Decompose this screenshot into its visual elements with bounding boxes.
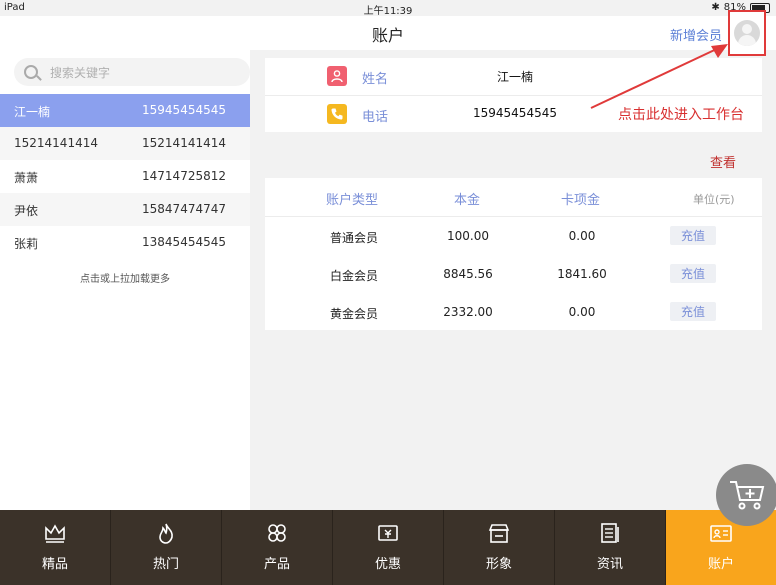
name-label: 姓名 — [362, 72, 389, 87]
name-value: 江一楠 — [496, 70, 533, 84]
crown-icon — [0, 522, 110, 544]
card-amount-cell: 1841.60 — [557, 267, 607, 281]
header-card-amount: 卡项金 — [561, 193, 601, 208]
member-phone: 14714725812 — [142, 169, 226, 183]
member-row[interactable]: 江一楠 15945454545 — [0, 94, 250, 127]
member-row[interactable]: 张莉 13845454545 — [0, 226, 250, 259]
header-unit: 单位(元) — [693, 193, 735, 206]
status-time: 上午11:39 — [363, 6, 413, 17]
phone-value: 15945454545 — [473, 106, 557, 120]
recharge-button[interactable]: 充值 — [670, 226, 716, 245]
store-icon — [444, 522, 554, 544]
annotation-arrow-icon — [590, 44, 728, 109]
view-link[interactable]: 查看 — [710, 152, 736, 171]
member-name: 尹依 — [14, 204, 39, 218]
card-amount-cell: 0.00 — [568, 305, 596, 319]
cart-plus-icon — [730, 481, 765, 510]
principal-cell: 8845.56 — [443, 267, 493, 281]
annotation-hint: 点击此处进入工作台 — [618, 107, 744, 123]
tab-store[interactable]: 形象 — [444, 510, 555, 585]
member-row[interactable]: 尹依 15847474747 — [0, 193, 250, 226]
avatar-icon — [734, 20, 760, 46]
tab-label: 优惠 — [374, 557, 401, 572]
search-input[interactable] — [48, 58, 247, 88]
header-principal: 本金 — [454, 193, 481, 208]
avatar-button[interactable] — [728, 10, 766, 56]
tab-clover[interactable]: 产品 — [222, 510, 333, 585]
member-row[interactable]: 15214141414 15214141414 — [0, 127, 250, 160]
member-phone: 15214141414 — [142, 136, 226, 150]
search-box — [14, 58, 250, 88]
search-icon — [24, 65, 38, 79]
account-type-cell: 白金会员 — [329, 269, 378, 283]
principal-cell: 100.00 — [447, 229, 489, 243]
ticket-icon — [333, 522, 443, 544]
member-name: 萧萧 — [14, 171, 39, 185]
person-icon — [327, 66, 347, 86]
tab-label: 形象 — [485, 557, 512, 572]
member-row[interactable]: 萧萧 14714725812 — [0, 160, 250, 193]
member-phone: 15847474747 — [142, 202, 226, 216]
member-list-panel: 江一楠 15945454545 15214141414 15214141414 萧萧 14… — [0, 50, 250, 510]
tab-ticket[interactable]: 优惠 — [333, 510, 444, 585]
recharge-button[interactable]: 充值 — [670, 264, 716, 283]
bottom-tab-bar: 精品 热门 产品 优惠 形象 资讯 账户 — [0, 510, 776, 585]
bluetooth-icon: ✱ — [711, 2, 720, 13]
status-bar: iPad 上午11:39 ✱ 81% — [0, 0, 776, 17]
member-name: 张莉 — [14, 237, 39, 251]
tab-label: 账户 — [707, 557, 734, 572]
member-phone: 15945454545 — [142, 103, 226, 117]
load-more-button[interactable]: 点击或上拉加载更多 — [0, 270, 250, 285]
member-phone: 13845454545 — [142, 235, 226, 249]
tab-flame[interactable]: 热门 — [111, 510, 222, 585]
tab-news[interactable]: 资讯 — [555, 510, 666, 585]
tab-label: 资讯 — [596, 557, 623, 572]
header-account-type: 账户类型 — [326, 193, 379, 208]
news-icon — [555, 522, 665, 544]
member-name: 江一楠 — [14, 105, 51, 119]
clover-icon — [222, 522, 332, 544]
account-type-cell: 黄金会员 — [329, 307, 378, 321]
phone-icon — [327, 104, 347, 124]
tab-crown[interactable]: 精品 — [0, 510, 111, 585]
id-card-icon — [666, 522, 776, 544]
phone-label: 电话 — [362, 110, 389, 125]
tab-label: 产品 — [263, 557, 290, 572]
card-amount-cell: 0.00 — [568, 229, 596, 243]
flame-icon — [111, 522, 221, 544]
tab-label: 精品 — [41, 557, 68, 572]
principal-cell: 2332.00 — [443, 305, 493, 319]
member-name: 15214141414 — [14, 136, 98, 150]
recharge-button[interactable]: 充值 — [670, 302, 716, 321]
table-divider — [265, 216, 762, 217]
account-type-cell: 普通会员 — [329, 231, 378, 245]
account-table: 账户类型 本金 卡项金 单位(元) 普通会员 100.00 0.00 充值 白金会员 88… — [265, 178, 762, 330]
tab-label: 热门 — [152, 557, 179, 572]
add-to-cart-button[interactable] — [716, 464, 776, 526]
